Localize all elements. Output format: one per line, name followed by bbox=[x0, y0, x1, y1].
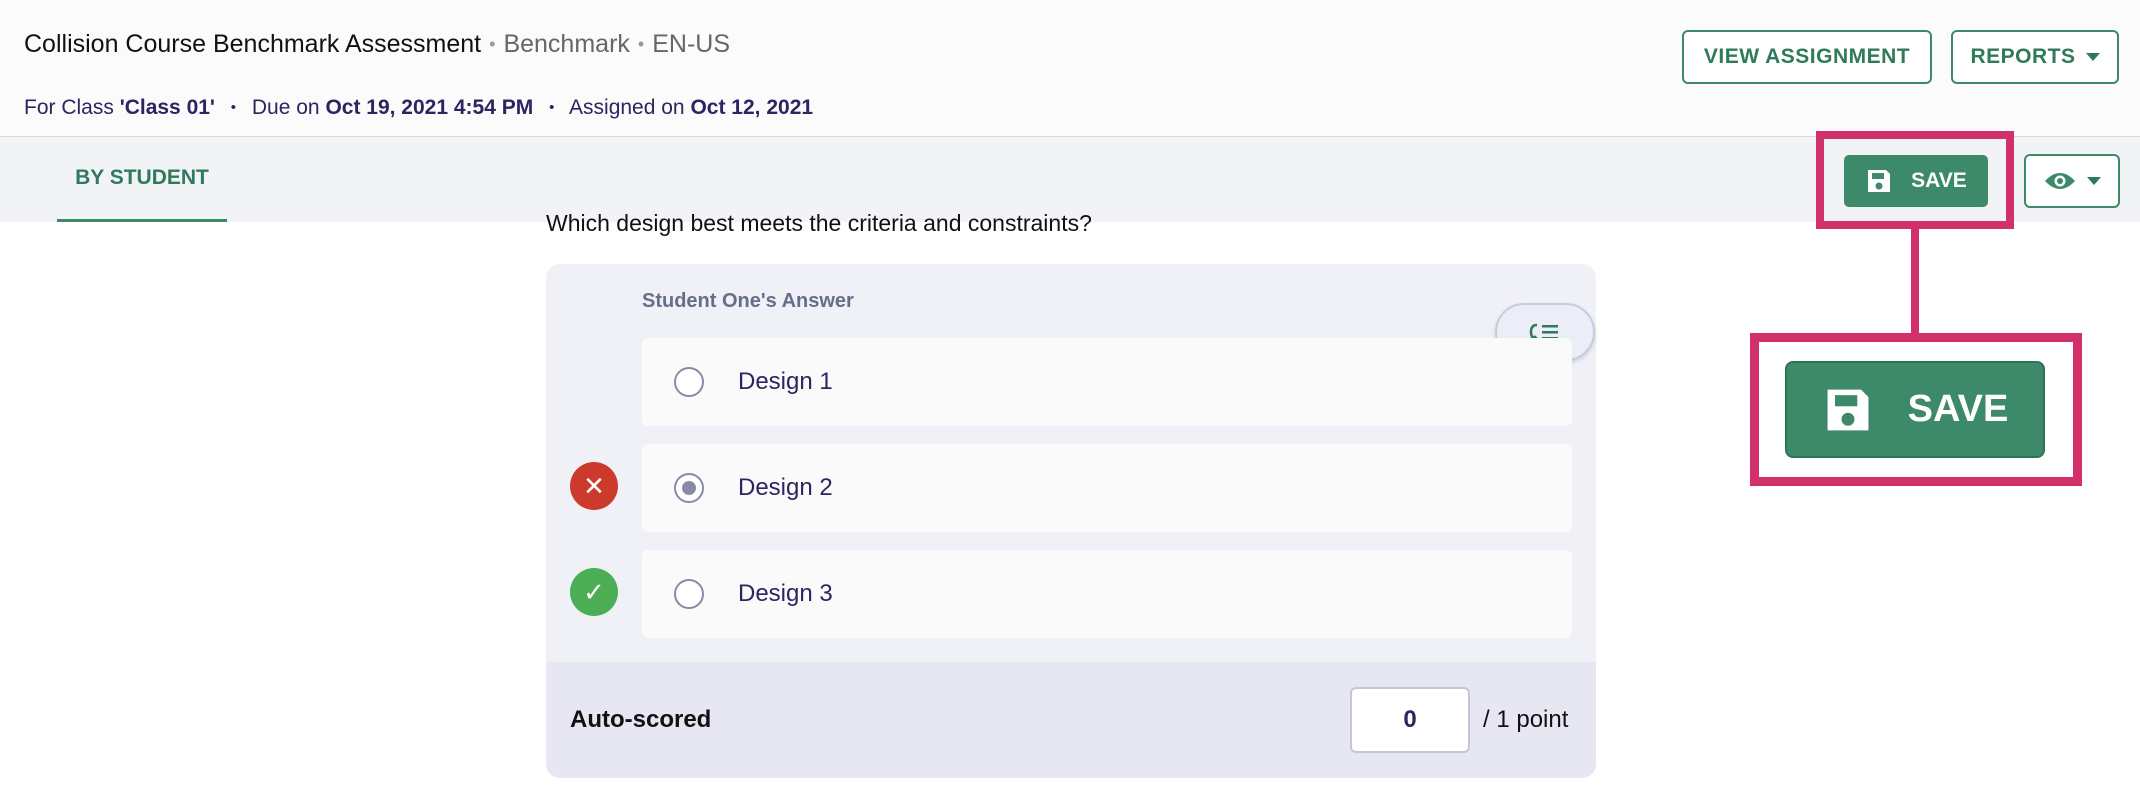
visibility-dropdown-button[interactable] bbox=[2024, 154, 2120, 208]
score-input[interactable] bbox=[1350, 687, 1470, 753]
zoomed-save-button: SAVE bbox=[1785, 361, 2045, 458]
assessment-title: Collision Course Benchmark Assessment bbox=[24, 30, 482, 58]
radio-button[interactable] bbox=[674, 367, 704, 397]
chevron-down-icon bbox=[2087, 177, 2101, 185]
answer-option[interactable]: Design 2 bbox=[642, 444, 1572, 532]
option-label: Design 2 bbox=[738, 474, 833, 501]
view-assignment-label: VIEW ASSIGNMENT bbox=[1703, 45, 1911, 68]
chevron-down-icon bbox=[2085, 53, 2100, 61]
separator-dot: • bbox=[489, 34, 496, 54]
radio-button[interactable] bbox=[674, 473, 704, 503]
view-assignment-button[interactable]: VIEW ASSIGNMENT bbox=[1682, 30, 1932, 84]
separator-dot: • bbox=[637, 34, 645, 54]
due-date: Oct 19, 2021 4:54 PM bbox=[325, 96, 534, 119]
callout-connector bbox=[1911, 229, 1919, 333]
reports-label: REPORTS bbox=[1970, 45, 2076, 68]
incorrect-icon: ✕ bbox=[570, 462, 618, 510]
assigned-date: Oct 12, 2021 bbox=[690, 96, 814, 119]
answer-option[interactable]: Design 1 bbox=[642, 338, 1572, 426]
separator-dot: • bbox=[230, 99, 237, 116]
assignment-header: Collision Course Benchmark Assessment • Be… bbox=[0, 0, 2140, 137]
eye-icon bbox=[2045, 173, 2075, 189]
student-answer-label: Student One's Answer bbox=[642, 290, 854, 312]
assignment-details: For Class 'Class 01' • Due on Oct 19, 20… bbox=[24, 96, 813, 120]
question-text: Which design best meets the criteria and… bbox=[546, 210, 1092, 236]
assessment-type: Benchmark bbox=[503, 30, 630, 58]
due-prefix: Due on bbox=[251, 96, 320, 119]
separator-dot: • bbox=[549, 99, 555, 116]
class-prefix: For Class bbox=[24, 96, 114, 119]
option-label: Design 1 bbox=[738, 368, 833, 395]
correct-icon: ✓ bbox=[570, 568, 618, 616]
zoomed-save-label: SAVE bbox=[1907, 388, 2009, 430]
reports-button[interactable]: REPORTS bbox=[1951, 30, 2119, 84]
save-button-highlight bbox=[1816, 131, 2014, 229]
tab-label: BY STUDENT bbox=[75, 166, 209, 189]
option-label: Design 3 bbox=[738, 580, 833, 607]
assigned-prefix: Assigned on bbox=[569, 96, 685, 119]
floppy-disk-icon bbox=[1827, 389, 1869, 430]
auto-scored-label: Auto-scored bbox=[570, 706, 712, 733]
assessment-locale: EN-US bbox=[652, 30, 731, 58]
class-name: 'Class 01' bbox=[119, 96, 215, 119]
answer-option[interactable]: Design 3 bbox=[642, 550, 1572, 638]
title-row: Collision Course Benchmark Assessment • Be… bbox=[24, 30, 730, 59]
tab-by-student[interactable]: BY STUDENT bbox=[57, 137, 227, 222]
max-points-label: / 1 point bbox=[1483, 706, 1569, 733]
radio-button[interactable] bbox=[674, 579, 704, 609]
